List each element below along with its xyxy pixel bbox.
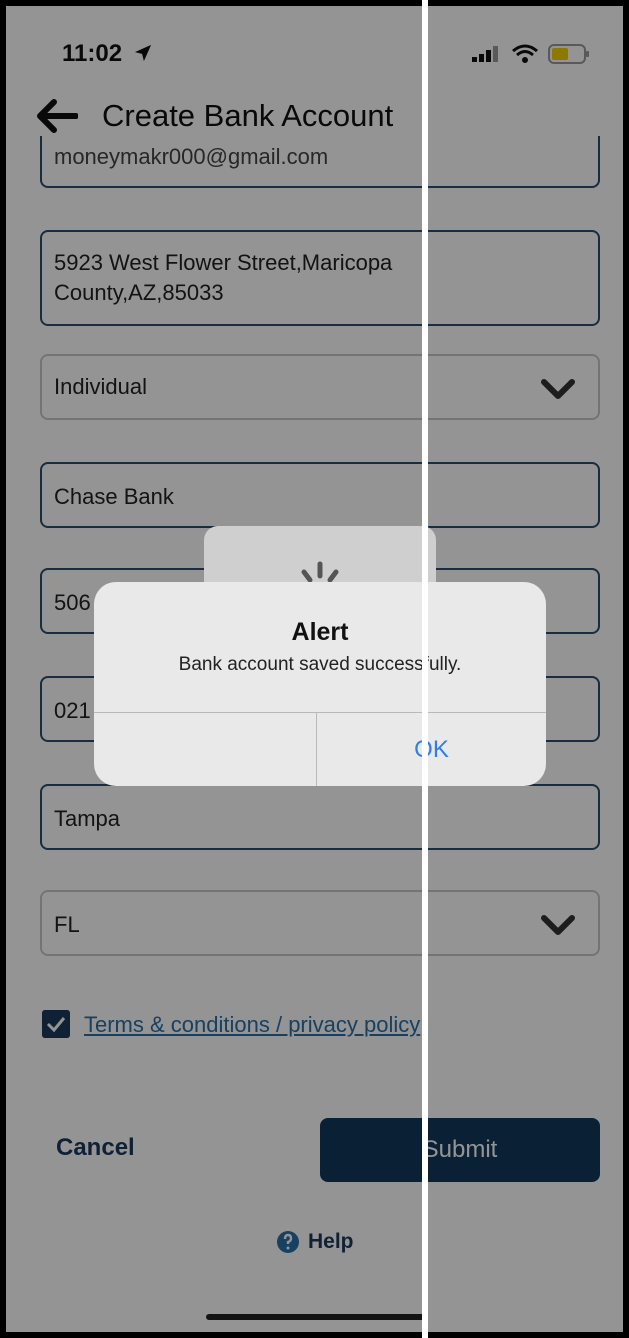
alert-dialog: Alert Bank account saved successfully. O… [94, 582, 546, 786]
alert-message: Bank account saved successfully. [178, 654, 462, 675]
app-screen: 11:02 Create Bank Account moneymakr000@g… [6, 6, 623, 1332]
alert-title: Alert [291, 618, 349, 646]
alert-secondary-button[interactable] [94, 713, 316, 786]
divider-line [422, 0, 428, 1338]
alert-ok-button[interactable]: OK [317, 713, 546, 786]
